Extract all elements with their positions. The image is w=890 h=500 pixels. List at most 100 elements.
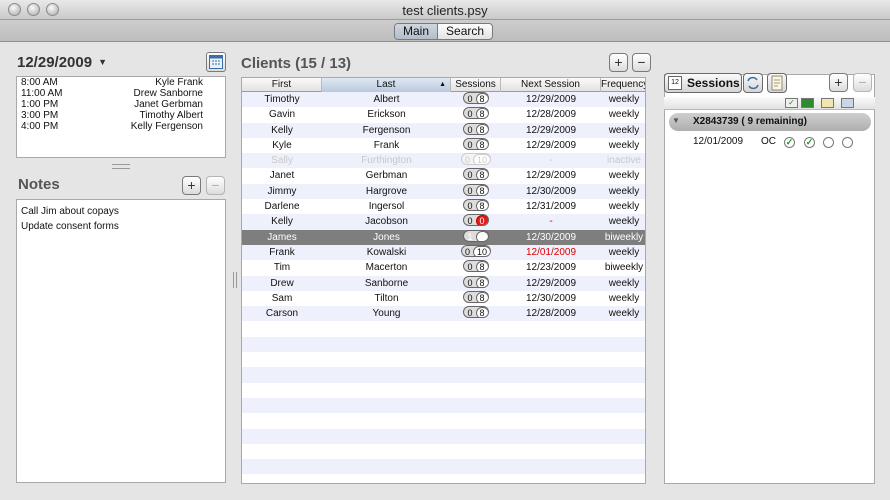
disclosure-triangle-icon: ▼: [672, 116, 680, 125]
cell-last-name: Tilton: [374, 292, 399, 304]
sessions-remaining: 9: [475, 230, 488, 241]
split-view-handle[interactable]: [112, 164, 130, 169]
remove-note-button[interactable]: −: [206, 176, 225, 195]
note-item[interactable]: Call Jim about copays: [21, 204, 221, 219]
table-row[interactable]: James Jones 1 9 12/30/2009 biweekly: [242, 229, 645, 245]
column-header-frequency[interactable]: Frequency: [601, 78, 645, 92]
paid-check-icon[interactable]: ✓: [804, 137, 815, 148]
sessions-used: 0: [467, 216, 473, 227]
cell-frequency: weekly: [608, 139, 640, 151]
cell-last-name: Albert: [373, 94, 400, 105]
table-row[interactable]: Sam Tilton 0 8 12/30/2009 weekly: [242, 290, 645, 306]
session-code: OC: [761, 136, 776, 147]
sessions-used: 0: [467, 170, 473, 181]
table-row[interactable]: Carson Young 0 8 12/28/2009 weekly: [242, 306, 645, 322]
appointment-item[interactable]: 4:00 PM Kelly Fergenson: [17, 121, 225, 132]
note-item[interactable]: Update consent forms: [21, 219, 221, 234]
sessions-pill: 08: [463, 92, 489, 104]
sessions-pill: 08: [463, 260, 489, 273]
appointment-client: Timothy Albert: [139, 110, 203, 121]
sessions-button[interactable]: 12 Sessions: [664, 73, 742, 93]
appointment-item[interactable]: 8:00 AM Kyle Frank: [17, 77, 225, 88]
sessions-remaining: 8: [475, 307, 488, 318]
sessions-used: 0: [464, 246, 470, 257]
empty-table-row: [242, 428, 645, 444]
cell-first-name: Darlene: [264, 201, 300, 213]
claim-checkbox[interactable]: [842, 137, 853, 148]
sessions-remaining: 10: [473, 154, 491, 165]
billed-checkbox[interactable]: [823, 137, 834, 148]
calendar-button[interactable]: [206, 52, 226, 72]
appointment-time: 11:00 AM: [21, 88, 63, 99]
add-note-button[interactable]: +: [182, 176, 201, 195]
cell-frequency: weekly: [608, 201, 640, 213]
sync-button[interactable]: [743, 73, 763, 93]
empty-table-row: [242, 383, 645, 398]
cell-first-name: Tim: [273, 262, 291, 274]
cell-last-name: Kowalski: [366, 246, 407, 258]
table-row[interactable]: Sally Furthington 0 10 - inactive: [242, 153, 645, 169]
add-client-button[interactable]: +: [609, 53, 628, 72]
empty-table-row: [242, 474, 645, 483]
sessions-remaining: 8: [475, 200, 488, 211]
cell-first-name: Kyle: [272, 139, 292, 151]
cell-first-name: Carson: [265, 308, 299, 320]
schedule-date-picker[interactable]: 12/29/2009 ▼: [17, 54, 107, 71]
cell-frequency: weekly: [608, 185, 640, 197]
table-row[interactable]: Kelly Fergenson 0 8 12/29/2009 weekly: [242, 122, 645, 138]
column-header-next-session[interactable]: Next Session: [501, 78, 601, 92]
attended-check-icon[interactable]: ✓: [784, 137, 795, 148]
table-row[interactable]: Frank Kowalski 0 10 12/01/2009 weekly: [242, 244, 645, 261]
cell-last-name: Sanborne: [364, 277, 409, 289]
schedule-date: 12/29/2009: [17, 54, 93, 71]
sessions-button-label: Sessions: [687, 76, 740, 90]
sessions-remaining: 8: [475, 93, 488, 103]
table-row[interactable]: Janet Gerbman 0 8 12/29/2009 weekly: [242, 168, 645, 183]
add-session-button[interactable]: +: [829, 73, 848, 92]
cell-next-session: 12/29/2009: [525, 277, 577, 289]
table-row[interactable]: Kelly Jacobson 0 0 - weekly: [242, 214, 645, 230]
cell-first-name: Gavin: [268, 109, 296, 121]
sessions-pill: 08: [463, 137, 489, 150]
sessions-pill: 08: [463, 306, 489, 319]
authorization-group[interactable]: ▼ X2843739 ( 9 remaining): [669, 113, 871, 131]
appointment-client: Kyle Frank: [155, 77, 203, 88]
table-row[interactable]: Darlene Ingersol 0 8 12/31/2009 weekly: [242, 199, 645, 214]
sessions-pill: 08: [463, 107, 489, 120]
table-row[interactable]: Jimmy Hargrove 0 8 12/30/2009 weekly: [242, 183, 645, 200]
window-title: test clients.psy: [402, 3, 488, 18]
remove-client-button[interactable]: −: [632, 53, 651, 72]
cell-frequency: weekly: [608, 246, 640, 258]
cell-next-session: -: [549, 155, 553, 167]
notes-document-button[interactable]: [767, 73, 787, 93]
empty-table-row: [242, 397, 645, 414]
empty-table-row: [242, 459, 645, 475]
appointment-client: Drew Sanborne: [133, 88, 203, 99]
table-row[interactable]: Drew Sanborne 0 8 12/29/2009 weekly: [242, 275, 645, 291]
column-resize-handle[interactable]: [233, 272, 237, 288]
column-header-last[interactable]: Last ▲: [322, 78, 451, 92]
appointment-item[interactable]: 1:00 PM Janet Gerbman: [17, 99, 225, 110]
appointment-item[interactable]: 11:00 AM Drew Sanborne: [17, 88, 225, 99]
chevron-down-icon: ▼: [98, 57, 107, 67]
column-header-first[interactable]: First: [242, 78, 322, 92]
tab-search[interactable]: Search: [438, 24, 492, 39]
tab-main[interactable]: Main: [395, 24, 439, 39]
table-row[interactable]: Kyle Frank 0 8 12/29/2009 weekly: [242, 137, 645, 153]
sessions-pill: 00: [463, 214, 489, 227]
cell-next-session: 12/29/2009: [525, 124, 577, 136]
sessions-pill: 0 10: [460, 244, 492, 257]
table-row[interactable]: Tim Macerton 0 8 12/23/2009 biweekly: [242, 260, 645, 275]
appointment-item[interactable]: 3:00 PM Timothy Albert: [17, 110, 225, 121]
table-row[interactable]: Timothy Albert 0 8 12/29/2009 weekly: [242, 92, 645, 108]
cell-next-session: 12/01/2009: [525, 246, 577, 258]
sessions-used: 0: [467, 94, 473, 104]
notes-list[interactable]: Call Jim about copays Update consent for…: [16, 199, 226, 483]
remove-session-button[interactable]: −: [853, 73, 872, 92]
notes-title: Notes: [18, 176, 60, 193]
column-header-sessions[interactable]: Sessions: [451, 78, 501, 92]
table-row[interactable]: Gavin Erickson 0 8 12/28/2009 weekly: [242, 107, 645, 122]
sessions-pill: 08: [463, 183, 489, 196]
cell-frequency: weekly: [608, 308, 640, 320]
sessions-remaining: 8: [475, 169, 488, 180]
